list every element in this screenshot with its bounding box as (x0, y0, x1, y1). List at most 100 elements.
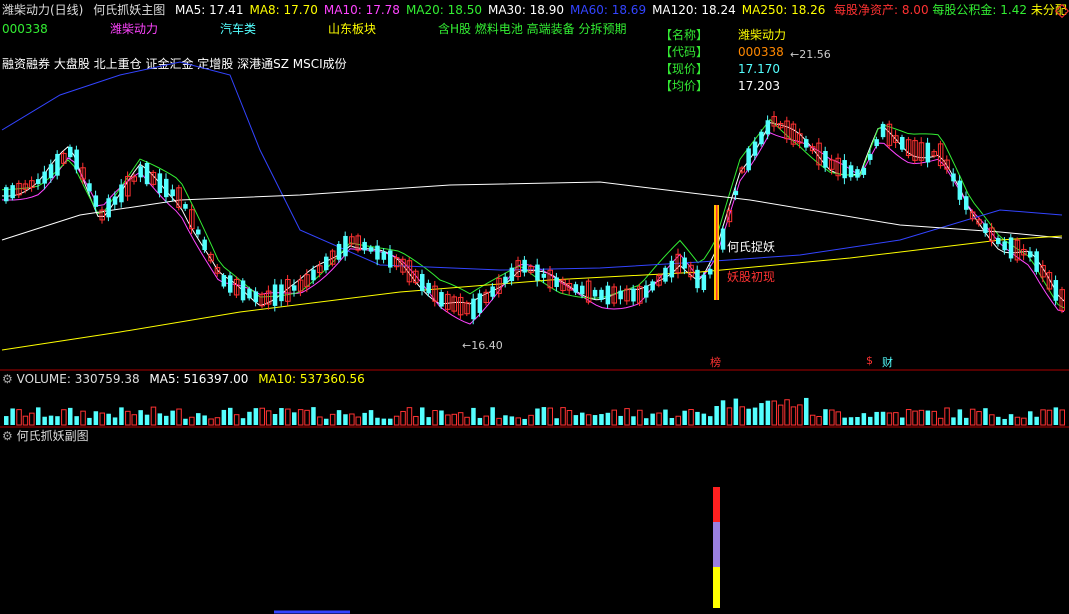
volume-bar (937, 417, 944, 426)
volume-bar (969, 408, 976, 426)
candle-body (720, 228, 726, 250)
volume-bar (483, 415, 489, 426)
candle-body (964, 196, 969, 210)
volume-bar (918, 409, 925, 426)
candle-body (375, 245, 380, 260)
volume-bar (119, 407, 124, 425)
volume-bar (592, 415, 598, 425)
volume-bar (777, 404, 784, 426)
candle-body (1008, 237, 1014, 259)
volume-bar (112, 417, 118, 425)
candle-body (752, 141, 758, 156)
volume-bar (87, 417, 92, 425)
volume-bar (784, 399, 790, 426)
candle-body (842, 160, 847, 179)
candle-body (471, 298, 476, 320)
candle-body (183, 204, 188, 209)
volume-bar (804, 397, 809, 425)
volume-bar (106, 413, 111, 425)
sub-bar-yellow (713, 567, 720, 608)
volume-bar (10, 408, 15, 425)
volume-bar (644, 418, 649, 425)
ma20-line (1, 118, 1065, 309)
volume-bar (164, 415, 169, 425)
kline-chart[interactable] (0, 0, 1069, 614)
volume-bar (816, 415, 822, 426)
volume-bar (541, 407, 547, 425)
volume-bar (4, 416, 9, 425)
volume-bar (874, 411, 879, 425)
candle-body (592, 289, 598, 297)
sub-indicator (713, 487, 720, 608)
volume-bar (554, 418, 559, 425)
candle-body (170, 189, 175, 197)
volume-bar (637, 409, 643, 426)
volume-bar (746, 408, 751, 425)
candle-body (804, 139, 809, 148)
volume-bar (125, 410, 131, 426)
volume-bar (233, 414, 240, 426)
volume-bar (131, 414, 137, 426)
volume-bar (138, 410, 143, 425)
candle-body (119, 184, 124, 203)
candle-body (663, 267, 668, 282)
sub-bar-red (713, 487, 720, 522)
volume-bar (688, 409, 694, 426)
volume-bar (1014, 416, 1021, 426)
volume-bar (605, 412, 611, 425)
volume-bar (848, 417, 854, 425)
candle-body (925, 142, 931, 163)
candle-body (848, 165, 854, 178)
volume-bar (771, 400, 777, 426)
volume-bar (324, 418, 329, 425)
candle-body (746, 148, 751, 171)
volume-bar (1028, 411, 1033, 425)
volume-bar (829, 409, 835, 426)
volume-bar (618, 415, 623, 425)
volume-bar (983, 408, 988, 425)
candle-body (580, 285, 585, 295)
volume-bar (265, 410, 272, 426)
candle-body (157, 173, 163, 194)
volume-bar (375, 417, 380, 425)
candle-body (1028, 251, 1033, 258)
candle-body (221, 275, 227, 287)
candle-body (272, 284, 278, 306)
candle-body (196, 229, 201, 235)
volume-bar (311, 407, 316, 425)
candle-body (522, 259, 527, 273)
volume-bar (368, 410, 374, 425)
candle-body (42, 171, 47, 184)
ma60-line (1, 61, 1063, 271)
candle-body (381, 251, 387, 260)
volume-bar (560, 407, 566, 426)
volume-bar (886, 412, 893, 426)
volume-bar (611, 409, 617, 426)
volume-bar (157, 413, 163, 425)
candle-body (74, 149, 79, 170)
candle-body (164, 178, 169, 198)
volume-bar (893, 412, 899, 426)
volume-bar (477, 417, 483, 425)
volume-bar (253, 408, 259, 425)
volume-bar (650, 413, 655, 425)
volume-bar (426, 417, 431, 425)
candle-body (324, 256, 329, 271)
volume-bar (695, 411, 700, 425)
volume-bar (976, 411, 982, 426)
volume-bar (855, 417, 860, 425)
volume-bar (362, 412, 367, 425)
candle-body (68, 146, 73, 158)
volume-bar (355, 416, 361, 426)
volume-bar (835, 411, 841, 426)
volume-bar (944, 407, 950, 426)
candle-body (618, 290, 623, 300)
volume-bar (599, 414, 604, 425)
candle-body (733, 190, 739, 196)
candle-body (996, 237, 1001, 245)
volume-bar (317, 416, 323, 426)
candle-body (605, 285, 611, 305)
volume-bar (413, 415, 419, 426)
volume-bar (55, 416, 60, 425)
candle-body (573, 284, 579, 293)
